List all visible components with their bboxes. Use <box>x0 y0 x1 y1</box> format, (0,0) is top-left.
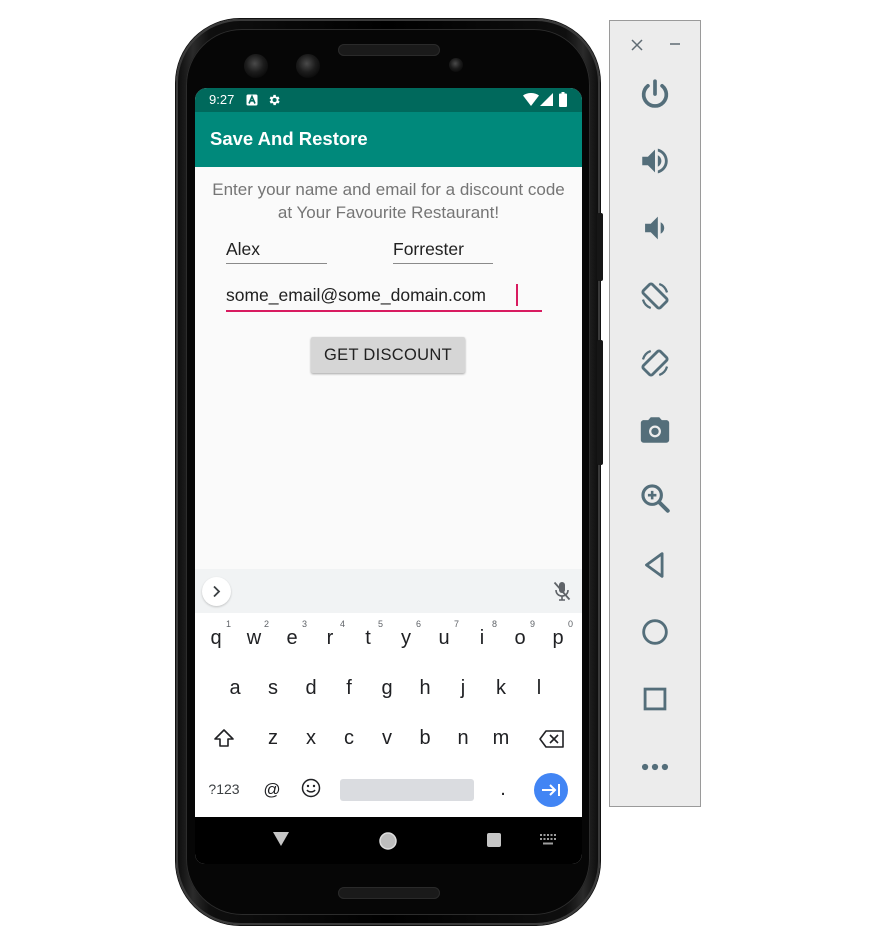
first-name-input[interactable] <box>226 238 326 260</box>
top-speaker <box>338 44 440 56</box>
overview-button[interactable] <box>635 679 675 719</box>
key-l[interactable]: l <box>520 667 558 709</box>
key-s[interactable]: s <box>254 667 292 709</box>
period-key[interactable]: . <box>484 768 522 810</box>
power-icon <box>641 79 669 108</box>
bottom-speaker <box>338 887 440 899</box>
more-icon <box>641 763 669 771</box>
shift-icon <box>214 729 234 747</box>
keyboard-suggestion-strip <box>195 569 582 613</box>
email-underline <box>226 310 542 312</box>
rotate-left-button[interactable] <box>635 276 675 316</box>
rotate-left-icon <box>641 282 669 310</box>
emoji-icon <box>301 778 321 798</box>
app-title: Save And Restore <box>210 128 368 149</box>
expand-suggestions-button[interactable] <box>202 577 231 606</box>
zoom-button[interactable] <box>635 478 675 518</box>
shift-key[interactable] <box>205 717 243 759</box>
first-name-underline <box>226 263 327 264</box>
system-navigation-bar <box>195 817 582 864</box>
front-camera-left <box>244 54 268 78</box>
camera-icon <box>640 417 670 443</box>
key-o[interactable]: o9 <box>501 617 539 659</box>
rotate-right-icon <box>641 349 669 377</box>
key-a[interactable]: a <box>216 667 254 709</box>
spacebar-key[interactable] <box>340 779 474 801</box>
back-icon <box>645 552 664 578</box>
zoom-icon <box>641 484 670 513</box>
phone-power-button <box>597 213 603 281</box>
nav-back-icon[interactable] <box>273 832 289 846</box>
soft-keyboard: q1 w2 e3 r4 t5 y6 u7 i8 o9 p0 a s d f g … <box>195 613 582 817</box>
home-button[interactable] <box>635 612 675 652</box>
key-x[interactable]: x <box>292 717 330 759</box>
chevron-right-icon <box>213 585 221 598</box>
key-d[interactable]: d <box>292 667 330 709</box>
rotate-right-button[interactable] <box>635 343 675 383</box>
settings-gear-icon <box>269 94 280 106</box>
key-p[interactable]: p0 <box>539 617 577 659</box>
at-key[interactable]: @ <box>253 769 291 811</box>
phone-volume-button <box>597 340 603 465</box>
emoji-key[interactable] <box>292 768 330 810</box>
symbols-key[interactable]: ?123 <box>201 768 247 810</box>
key-h[interactable]: h <box>406 667 444 709</box>
key-n[interactable]: n <box>444 717 482 759</box>
front-camera-right <box>296 54 320 78</box>
key-c[interactable]: c <box>330 717 368 759</box>
device-screen: 9:27 Save And Restore Enter your name an… <box>195 88 582 864</box>
nav-home-icon[interactable] <box>379 832 397 850</box>
emulator-toolbar <box>609 20 701 807</box>
volume-up-icon <box>642 148 668 174</box>
power-button[interactable] <box>635 74 675 114</box>
key-k[interactable]: k <box>482 667 520 709</box>
status-bar: 9:27 <box>195 88 582 112</box>
key-r[interactable]: r4 <box>311 617 349 659</box>
minimize-icon[interactable] <box>669 38 681 50</box>
wifi-icon <box>523 93 539 106</box>
get-discount-button[interactable]: GET DISCOUNT <box>311 337 465 373</box>
app-bar: Save And Restore <box>195 112 582 167</box>
battery-icon <box>559 92 567 107</box>
volume-down-button[interactable] <box>635 208 675 248</box>
status-time: 9:27 <box>209 92 235 107</box>
key-z[interactable]: z <box>254 717 292 759</box>
key-y[interactable]: y6 <box>387 617 425 659</box>
key-u[interactable]: u7 <box>425 617 463 659</box>
overview-icon <box>643 687 667 711</box>
key-m[interactable]: m <box>482 717 520 759</box>
discount-prompt: Enter your name and email for a discount… <box>212 180 565 222</box>
key-f[interactable]: f <box>330 667 368 709</box>
back-button[interactable] <box>635 545 675 585</box>
key-g[interactable]: g <box>368 667 406 709</box>
mic-off-icon[interactable] <box>553 581 571 601</box>
key-w[interactable]: w2 <box>235 617 273 659</box>
tab-arrow-icon <box>542 784 560 796</box>
email-input[interactable] <box>226 284 526 306</box>
text-cursor <box>516 284 518 306</box>
proximity-sensor <box>449 58 463 72</box>
next-field-button[interactable] <box>534 773 568 807</box>
backspace-key[interactable] <box>533 717 571 759</box>
accessibility-notification-icon <box>246 94 258 106</box>
last-name-input[interactable] <box>393 238 493 260</box>
key-e[interactable]: e3 <box>273 617 311 659</box>
key-q[interactable]: q1 <box>197 617 235 659</box>
home-icon <box>642 619 668 645</box>
last-name-underline <box>393 263 493 264</box>
keyboard-switch-icon[interactable] <box>540 834 556 846</box>
key-v[interactable]: v <box>368 717 406 759</box>
backspace-icon <box>539 730 564 748</box>
volume-down-icon <box>645 216 665 240</box>
more-button[interactable] <box>635 747 675 787</box>
key-b[interactable]: b <box>406 717 444 759</box>
key-j[interactable]: j <box>444 667 482 709</box>
close-icon[interactable] <box>631 39 643 51</box>
nav-overview-icon[interactable] <box>487 833 501 847</box>
key-i[interactable]: i8 <box>463 617 501 659</box>
cell-signal-icon <box>540 93 553 106</box>
key-t[interactable]: t5 <box>349 617 387 659</box>
volume-up-button[interactable] <box>635 141 675 181</box>
screenshot-button[interactable] <box>635 410 675 450</box>
